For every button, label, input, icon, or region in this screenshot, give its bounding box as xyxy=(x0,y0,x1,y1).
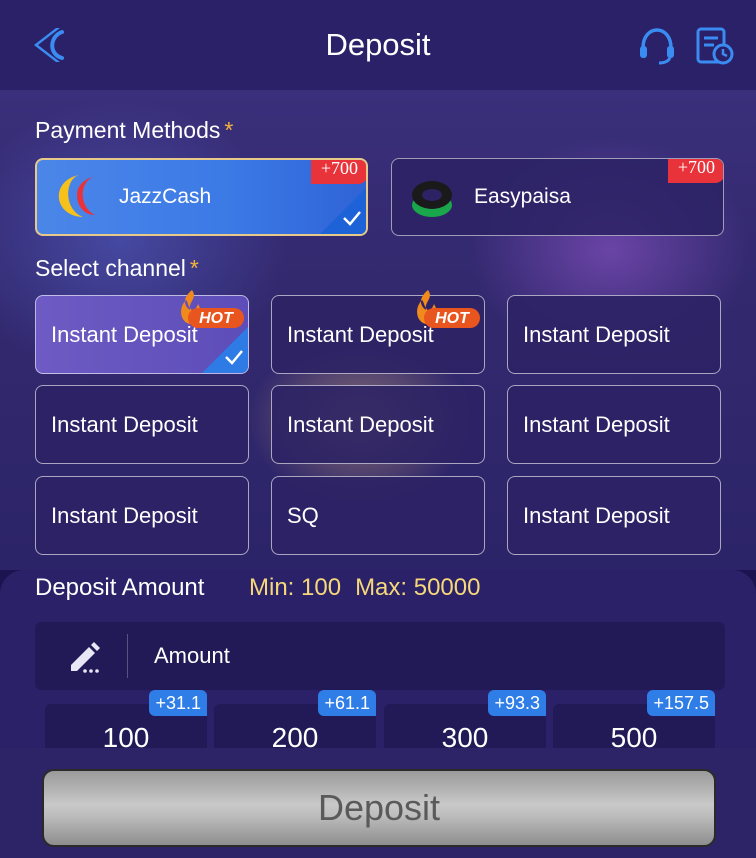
channel-label: Instant Deposit xyxy=(51,502,198,528)
channel-option[interactable]: Instant Deposit xyxy=(507,295,721,374)
amount-limits: Min: 100 Max: 50000 xyxy=(249,574,494,602)
amount-input[interactable] xyxy=(154,643,654,669)
bonus-badge: +700 xyxy=(310,160,366,184)
amount-field[interactable] xyxy=(35,622,725,690)
jazzcash-logo-icon xyxy=(58,175,95,217)
headset-icon xyxy=(640,28,674,65)
pencil-icon xyxy=(71,642,100,673)
deposit-amount-title: Deposit Amount xyxy=(35,574,205,601)
channel-option[interactable]: Instant Deposit xyxy=(507,476,721,555)
channel-label: Instant Deposit xyxy=(287,411,434,437)
channel-label: Instant Deposit xyxy=(51,411,198,437)
preset-bonus-badge: +61.1 xyxy=(318,690,376,716)
payment-method-jazzcash[interactable]: JazzCash +700 xyxy=(35,158,368,236)
records-button[interactable] xyxy=(694,26,736,66)
channel-label: Instant Deposit xyxy=(523,502,670,528)
channel-option[interactable]: Instant Deposit xyxy=(35,385,249,464)
select-channel-label: Select channel * xyxy=(35,255,199,281)
channel-label: Instant Deposit xyxy=(523,321,670,347)
svg-text:HOT: HOT xyxy=(199,310,234,327)
payment-methods-label: Payment Methods * xyxy=(35,117,234,143)
channel-option[interactable]: Instant Deposit xyxy=(271,385,485,464)
svg-text:HOT: HOT xyxy=(435,310,470,327)
page-title: Deposit xyxy=(325,27,431,62)
checkmark-icon xyxy=(320,188,366,234)
channel-option[interactable]: Instant Deposit xyxy=(35,476,249,555)
min-amount: Min: 100 xyxy=(249,574,342,601)
channel-option[interactable]: SQ xyxy=(271,476,485,555)
bonus-badge: +700 xyxy=(667,159,723,183)
app-header: Deposit xyxy=(0,0,756,90)
channel-option[interactable]: Instant Deposit xyxy=(507,385,721,464)
easypaisa-logo-icon xyxy=(412,181,452,217)
back-arrow-icon xyxy=(34,28,64,62)
back-button[interactable] xyxy=(30,24,70,66)
payment-method-name: JazzCash xyxy=(119,185,212,208)
support-button[interactable] xyxy=(636,26,678,66)
preset-bonus-badge: +93.3 xyxy=(488,690,546,716)
preset-bonus-badge: +157.5 xyxy=(647,690,715,716)
payment-method-name: Easypaisa xyxy=(474,185,571,208)
payment-method-easypaisa[interactable]: Easypaisa +700 xyxy=(391,158,724,236)
field-divider xyxy=(127,634,128,678)
channel-label: SQ xyxy=(287,502,319,528)
records-icon xyxy=(696,27,734,65)
preset-bonus-badge: +31.1 xyxy=(149,690,207,716)
hot-badge: HOT xyxy=(417,290,480,328)
max-amount: Max: 50000 xyxy=(355,574,481,601)
checkmark-icon xyxy=(202,327,248,373)
deposit-button[interactable]: Deposit xyxy=(42,769,716,847)
hot-badge: HOT xyxy=(181,290,244,328)
channel-label: Instant Deposit xyxy=(523,411,670,437)
